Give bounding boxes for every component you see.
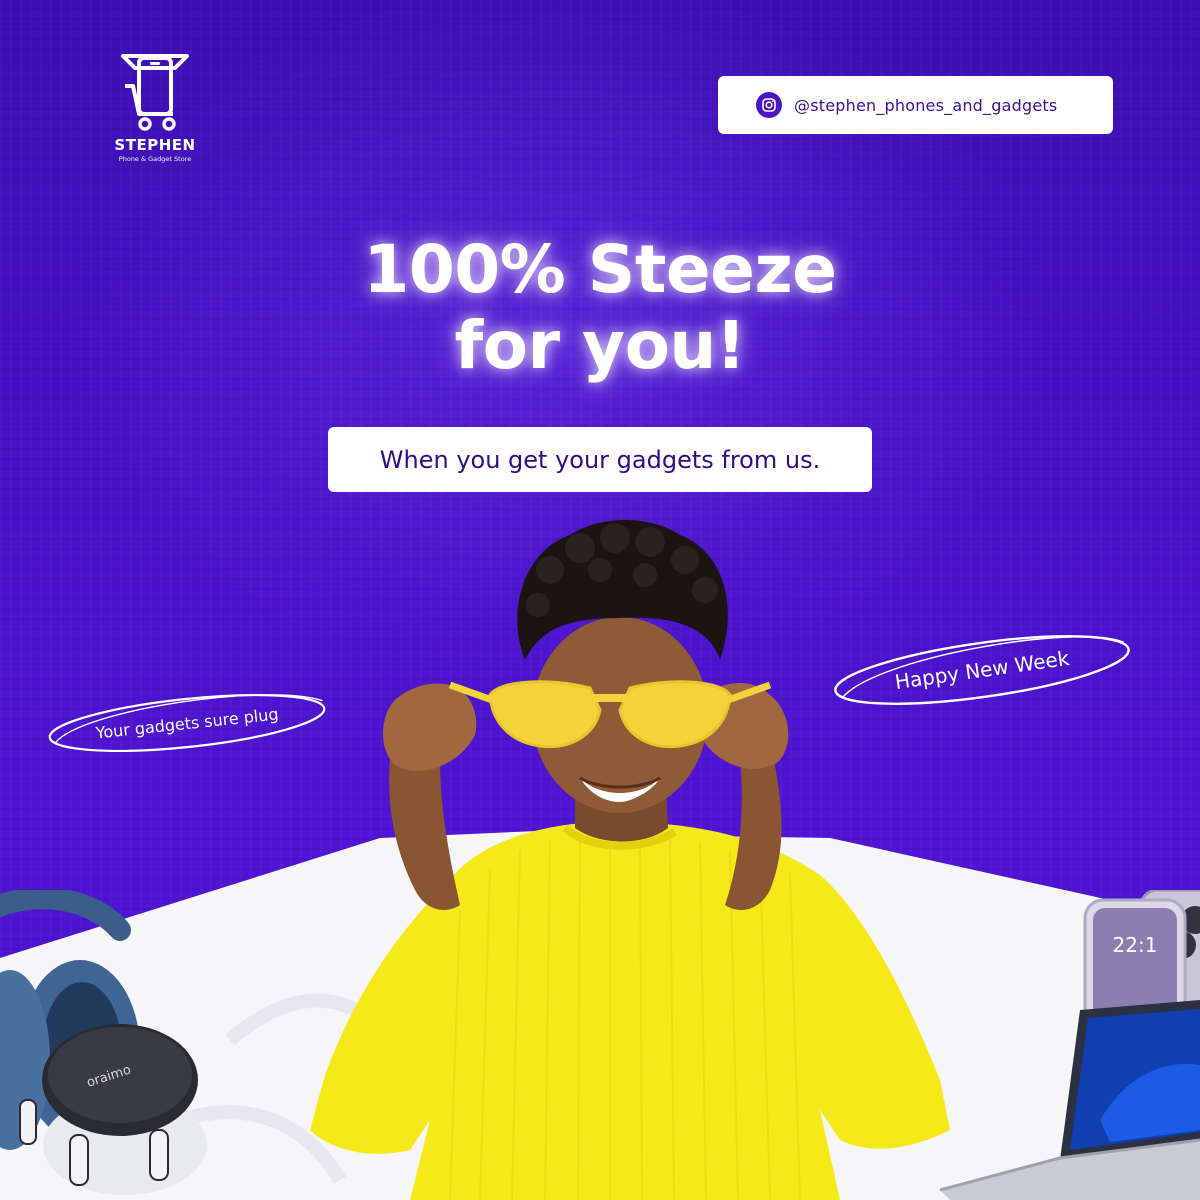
headline-line-2: for you! [454,307,746,384]
instagram-handle: @stephen_phones_and_gadgets [794,95,1058,115]
model-with-sunglasses [310,520,950,1200]
store-name: STEPHEN [114,136,196,154]
headphones-and-earbuds: oraimo [0,890,207,1195]
subheadline-text: When you get your gadgets from us. [379,445,821,474]
subheadline-banner: When you get your gadgets from us. [328,427,872,492]
headline: 100% Steeze for you! [230,232,970,384]
instagram-icon [756,92,782,118]
phone-in-shopping-cart-icon [121,54,189,131]
promo-poster: STEPHEN Phone & Gadget Store @stephen_ph… [0,0,1200,1200]
store-logo: STEPHEN Phone & Gadget Store [100,50,210,163]
headline-line-1: 100% Steeze [363,231,837,308]
instagram-handle-badge[interactable]: @stephen_phones_and_gadgets [718,76,1113,134]
phone-clock: 22:1 [1113,933,1158,957]
store-tagline: Phone & Gadget Store [118,155,192,163]
phones-and-laptop: 22:1 [939,890,1200,1200]
